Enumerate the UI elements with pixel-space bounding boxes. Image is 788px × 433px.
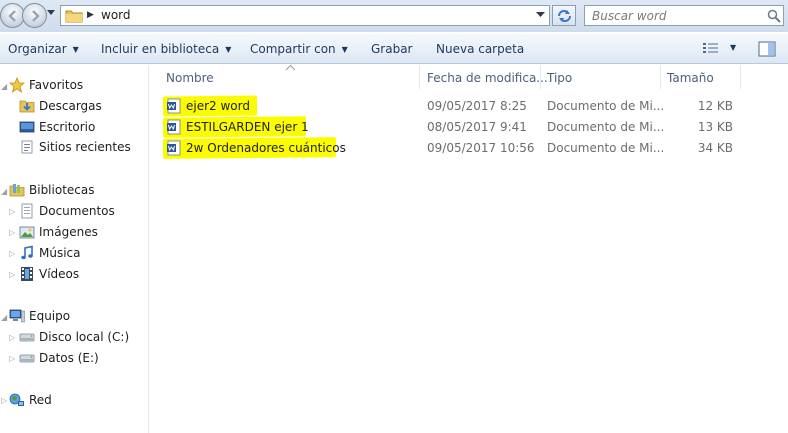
computer-icon — [9, 309, 25, 323]
column-header-name[interactable]: Nombre — [160, 65, 420, 89]
desktop-icon — [19, 121, 35, 133]
search-box[interactable] — [584, 5, 784, 26]
collapse-libraries-icon[interactable]: ◢ — [1, 187, 7, 196]
file-name: ESTILGARDEN ejer 1 — [186, 120, 309, 134]
file-row[interactable]: ejer2 word 09/05/2017 8:25 Documento de … — [150, 95, 788, 117]
word-document-icon — [167, 140, 181, 156]
nav-item-label: Documentos — [39, 204, 115, 218]
include-library-button[interactable]: Incluir en biblioteca ▼ — [101, 42, 231, 56]
word-document-icon — [167, 98, 181, 114]
file-size: 12 KB — [697, 99, 733, 113]
pictures-library-icon — [19, 226, 35, 239]
address-bar[interactable]: ▶ word — [60, 5, 550, 26]
star-icon — [9, 77, 25, 93]
column-header-date[interactable]: Fecha de modifica... — [421, 65, 548, 89]
share-with-button[interactable]: Compartir con ▼ — [250, 42, 348, 56]
change-view-icon[interactable] — [702, 42, 720, 56]
nav-item-label: Música — [39, 246, 81, 260]
expand-icon[interactable]: ▷ — [9, 333, 15, 342]
file-date: 09/05/2017 8:25 — [427, 99, 527, 113]
file-name: 2w Ordenadores cuánticos — [186, 141, 346, 155]
file-size: 34 KB — [697, 141, 733, 155]
address-history-dropdown-icon[interactable] — [536, 12, 545, 18]
file-name: ejer2 word — [186, 99, 250, 113]
nav-item-label: Imágenes — [39, 225, 98, 239]
preview-pane-icon[interactable] — [758, 41, 776, 57]
column-header-type[interactable]: Tipo — [541, 65, 661, 89]
nav-item-label: Vídeos — [39, 267, 80, 281]
column-header-label: Tipo — [547, 71, 573, 85]
network-icon — [9, 393, 24, 406]
column-header-label: Fecha de modifica... — [427, 71, 548, 85]
nav-network-label: Red — [29, 393, 52, 407]
recent-places-icon — [21, 140, 33, 154]
expand-icon[interactable]: ▷ — [9, 207, 15, 216]
file-type: Documento de Mi... — [547, 141, 665, 155]
arrow-right-icon — [32, 10, 40, 22]
forward-button[interactable] — [22, 3, 47, 28]
file-type: Documento de Mi... — [547, 99, 665, 113]
music-library-icon — [21, 245, 33, 260]
collapse-favorites-icon[interactable]: ◢ — [1, 82, 7, 91]
file-date: 08/05/2017 9:41 — [427, 120, 527, 134]
new-folder-label: Nueva carpeta — [436, 42, 525, 56]
breadcrumb-folder[interactable]: word — [101, 8, 131, 22]
nav-computer-label: Equipo — [29, 309, 71, 323]
expand-icon[interactable]: ▷ — [9, 249, 15, 258]
nav-item-label: Disco local (C:) — [39, 330, 130, 344]
nav-libraries-label: Bibliotecas — [29, 183, 95, 197]
file-type: Documento de Mi... — [547, 120, 665, 134]
navigation-pane: ◢ Favoritos Descargas Escritorio Sitios … — [0, 65, 149, 433]
file-row[interactable]: ESTILGARDEN ejer 1 08/05/2017 9:41 Docum… — [150, 116, 788, 138]
column-header-size[interactable]: Tamaño — [661, 65, 741, 89]
organize-label: Organizar — [8, 42, 67, 56]
include-library-label: Incluir en biblioteca — [101, 42, 220, 56]
burn-button[interactable]: Grabar — [371, 42, 413, 56]
file-row[interactable]: 2w Ordenadores cuánticos 09/05/2017 10:5… — [150, 137, 788, 159]
address-row: ▶ word — [0, 0, 788, 32]
nav-item-label: Descargas — [39, 99, 102, 113]
chevron-down-icon: ▼ — [72, 45, 79, 54]
folder-icon — [65, 10, 83, 23]
downloads-folder-icon — [19, 100, 35, 113]
expand-icon[interactable]: ▷ — [9, 228, 15, 237]
nav-favorites-label: Favoritos — [29, 78, 84, 92]
libraries-icon — [9, 184, 25, 197]
nav-item-label: Escritorio — [39, 120, 96, 134]
breadcrumb-separator-icon[interactable]: ▶ — [87, 10, 94, 20]
expand-icon[interactable]: ▷ — [9, 354, 15, 363]
word-document-icon — [167, 119, 181, 135]
refresh-icon — [558, 10, 571, 22]
share-with-label: Compartir con — [250, 42, 336, 56]
hard-drive-icon — [19, 333, 35, 342]
recent-pages-dropdown-icon[interactable] — [47, 10, 55, 16]
organize-button[interactable]: Organizar ▼ — [8, 42, 79, 56]
file-list: Nombre Fecha de modifica... Tipo Tamaño … — [150, 65, 788, 433]
nav-item-label: Datos (E:) — [39, 351, 99, 365]
expand-icon[interactable]: ▷ — [9, 270, 15, 279]
command-bar: Organizar ▼ Incluir en biblioteca ▼ Compar… — [0, 33, 788, 64]
column-header-label: Tamaño — [667, 71, 714, 85]
videos-library-icon — [21, 267, 33, 281]
chevron-down-icon: ▼ — [225, 45, 232, 54]
search-input[interactable] — [585, 6, 765, 25]
expand-network-icon[interactable]: ▷ — [1, 396, 7, 405]
burn-label: Grabar — [371, 42, 413, 56]
column-header-label: Nombre — [166, 71, 214, 85]
documents-library-icon — [21, 203, 33, 219]
chevron-down-icon: ▼ — [341, 45, 348, 54]
collapse-computer-icon[interactable]: ◢ — [1, 313, 7, 322]
arrow-left-icon — [8, 10, 16, 22]
hard-drive-icon — [19, 354, 35, 363]
nav-item-label: Sitios recientes — [39, 140, 131, 154]
file-size: 13 KB — [697, 120, 733, 134]
view-options-dropdown-icon[interactable]: ▼ — [730, 43, 736, 52]
refresh-button[interactable] — [552, 5, 576, 26]
new-folder-button[interactable]: Nueva carpeta — [436, 42, 524, 56]
search-icon[interactable] — [767, 9, 781, 23]
file-date: 09/05/2017 10:56 — [427, 141, 535, 155]
